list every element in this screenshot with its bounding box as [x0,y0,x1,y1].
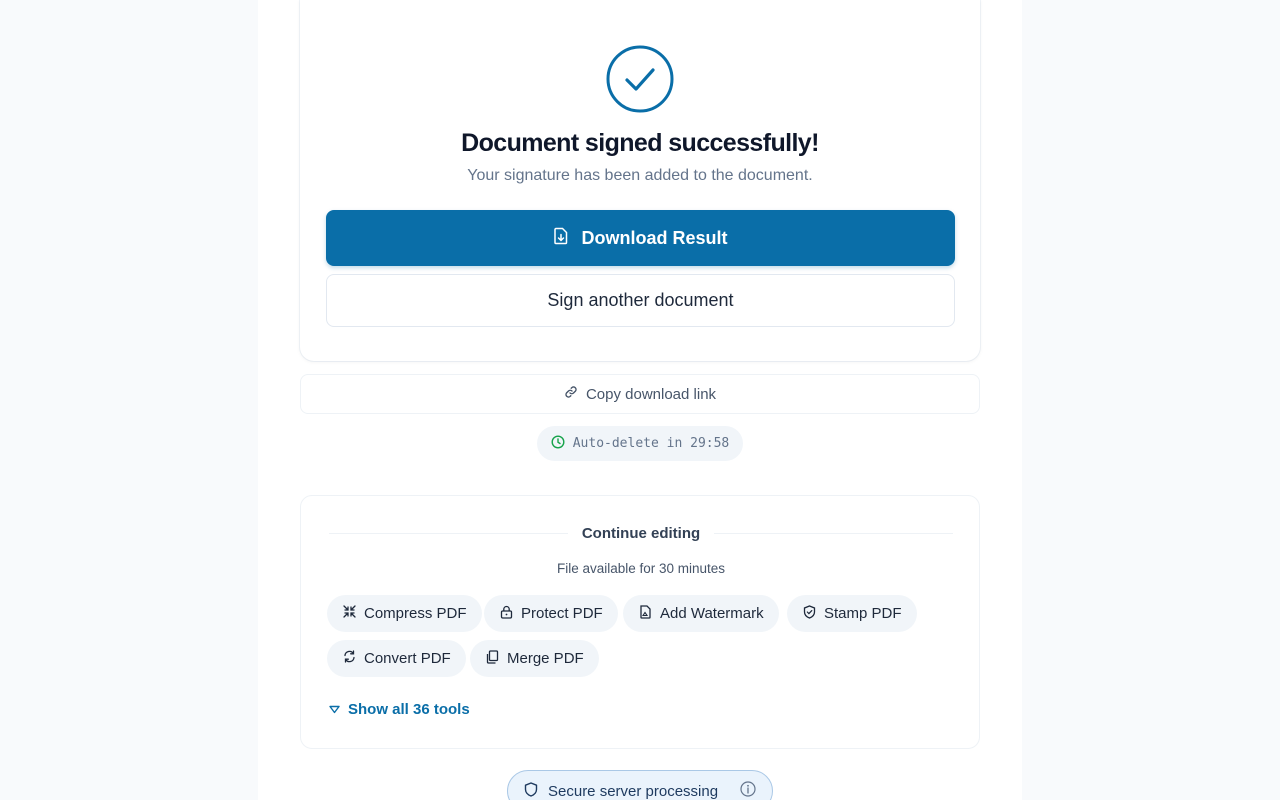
divider [714,532,954,534]
convert-icon [343,650,356,667]
sign-another-button[interactable]: Sign another document [326,274,955,327]
chevron-down-icon [329,701,340,718]
continue-editing-heading: Continue editing [581,524,701,542]
continue-editing-card: Continue editing File available for 30 m… [300,495,980,749]
success-subtitle: Your signature has been added to the doc… [467,167,813,184]
tool-chip-label: Add Watermark [660,605,764,622]
copy-download-link-label: Copy download link [585,385,717,403]
shield-icon [524,781,538,800]
auto-delete-timer: Auto-delete in 29:58 [537,426,743,461]
file-availability-text: File available for 30 minutes [556,561,726,576]
stamp-icon [803,604,816,623]
clock-icon [551,434,565,453]
tool-chip-merge-pdf[interactable]: Merge PDF [470,640,599,677]
lock-icon [500,605,513,623]
info-icon[interactable] [740,781,756,800]
download-result-label: Download Result [581,227,728,248]
auto-delete-text: Auto-delete in 29:58 [572,436,730,451]
tool-chip-stamp-pdf[interactable]: Stamp PDF [787,595,917,632]
link-icon [564,385,578,403]
merge-icon [486,649,499,668]
secure-processing-label: Secure server processing [548,782,719,800]
divider [329,532,568,534]
success-card: Document signed successfully! Your signa… [300,0,980,361]
tool-chip-label: Protect PDF [521,605,603,622]
download-result-button[interactable]: Download Result [326,210,955,266]
check-circle-icon [605,44,675,114]
tool-chip-add-watermark[interactable]: Add Watermark [623,595,779,632]
tool-chip-protect-pdf[interactable]: Protect PDF [484,595,618,632]
tool-chip-label: Convert PDF [364,650,451,667]
tool-chip-compress-pdf[interactable]: Compress PDF [327,595,482,632]
tool-chip-label: Merge PDF [507,650,584,667]
tool-chip-label: Compress PDF [364,605,467,622]
download-file-icon [553,227,569,250]
tool-chip-label: Stamp PDF [824,605,902,622]
page-title: Document signed successfully! [461,129,819,157]
compress-icon [343,605,356,622]
continue-editing-header: Continue editing [329,523,954,543]
tool-chip-convert-pdf[interactable]: Convert PDF [327,640,466,677]
show-all-tools-label: Show all 36 tools [348,700,470,718]
watermark-icon [639,604,652,623]
show-all-tools-button[interactable]: Show all 36 tools [329,699,470,719]
sign-another-label: Sign another document [547,290,734,310]
copy-download-link-button[interactable]: Copy download link [300,374,980,414]
secure-processing-badge[interactable]: Secure server processing [507,770,773,800]
